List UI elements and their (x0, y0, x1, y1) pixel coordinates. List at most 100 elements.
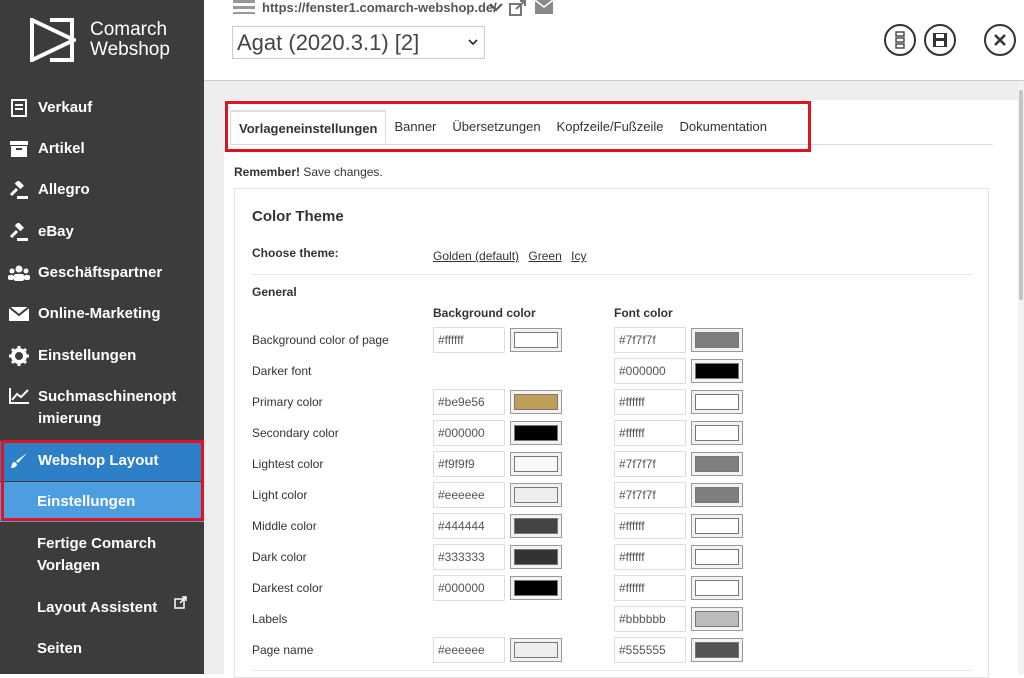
color-row-label: Darkest color (252, 581, 323, 595)
remember-notice: Remember! Save changes. (234, 165, 383, 179)
background-hex-input[interactable]: #444444 (433, 513, 505, 539)
swatch-fill (514, 425, 558, 441)
font-hex-input[interactable]: #ffffff (614, 575, 686, 601)
swatch-fill (514, 518, 558, 534)
theme-links: Golden (default) Green Icy (433, 249, 592, 263)
receipt-icon (8, 99, 30, 117)
font-color-swatch[interactable] (691, 607, 743, 631)
background-hex-input[interactable]: #f9f9f9 (433, 451, 505, 477)
color-row-label: Middle color (252, 519, 317, 533)
font-hex-input[interactable]: #ffffff (614, 544, 686, 570)
background-hex-input[interactable]: #000000 (433, 420, 505, 446)
swatch-fill (695, 549, 739, 565)
external-link-icon[interactable] (174, 596, 187, 609)
font-hex-input[interactable]: #7f7f7f (614, 451, 686, 477)
columns-icon (895, 31, 905, 49)
font-hex-input[interactable]: #ffffff (614, 513, 686, 539)
font-color-swatch[interactable] (691, 638, 743, 662)
background-hex-input[interactable]: #333333 (433, 544, 505, 570)
version-select[interactable]: Agat (2020.3.1) [2] (232, 26, 485, 59)
color-row-label: Lightest color (252, 457, 324, 471)
background-color-swatch[interactable] (510, 576, 562, 600)
font-color-swatch[interactable] (691, 576, 743, 600)
chevron-down-icon[interactable] (489, 2, 503, 12)
sidebar-subitem-fertige-vorlagen[interactable]: Fertige Comarch Vorlagen (0, 533, 204, 577)
swatch-fill (695, 394, 739, 410)
external-link-icon[interactable] (509, 0, 526, 16)
logo-mark-icon (30, 18, 76, 62)
theme-link-icy[interactable]: Icy (571, 249, 586, 263)
swatch-fill (514, 580, 558, 596)
background-hex-input[interactable]: #eeeeee (433, 482, 505, 508)
background-color-swatch[interactable] (510, 545, 562, 569)
font-hex-input[interactable]: #7f7f7f (614, 482, 686, 508)
background-color-swatch[interactable] (510, 390, 562, 414)
sidebar-subitem-seiten[interactable]: Seiten (0, 638, 204, 660)
sidebar-item-label: Suchmaschinenopt imierung (38, 388, 177, 427)
font-color-swatch[interactable] (691, 514, 743, 538)
font-color-swatch[interactable] (691, 545, 743, 569)
panel-title: Color Theme (252, 208, 344, 225)
sidebar-item-online-marketing[interactable]: Online-Marketing (0, 294, 204, 334)
sidebar-item-label: Verkauf (38, 99, 93, 116)
background-hex-input[interactable]: #000000 (433, 575, 505, 601)
scrollbar-thumb[interactable] (1019, 90, 1023, 300)
section-general-label: General (252, 285, 297, 299)
sidebar-item-label: Online-Marketing (38, 305, 161, 322)
box-icon (8, 141, 30, 157)
envelope-icon[interactable] (535, 0, 553, 14)
save-button[interactable] (924, 24, 956, 56)
font-hex-input[interactable]: #ffffff (614, 389, 686, 415)
chart-line-icon (8, 388, 30, 404)
sidebar-item-artikel[interactable]: Artikel (0, 129, 204, 169)
sidebar-item-label: Allegro (38, 181, 90, 198)
font-color-swatch[interactable] (691, 390, 743, 414)
swatch-fill (695, 456, 739, 472)
swatch-fill (514, 642, 558, 658)
font-color-swatch[interactable] (691, 452, 743, 476)
sidebar-item-label: Geschäftspartner (38, 264, 163, 281)
swatch-fill (514, 487, 558, 503)
close-button[interactable] (984, 24, 1016, 56)
sidebar-item-einstellungen[interactable]: Einstellungen (0, 336, 204, 376)
sidebar-item-geschaeftspartner[interactable]: Geschäftspartner (0, 253, 204, 293)
tabs-highlight-box (225, 101, 811, 152)
background-color-swatch[interactable] (510, 421, 562, 445)
font-color-swatch[interactable] (691, 483, 743, 507)
font-color-swatch[interactable] (691, 421, 743, 445)
font-hex-input[interactable]: #000000 (614, 358, 686, 384)
chevron-down-icon (468, 39, 478, 46)
swatch-fill (695, 642, 739, 658)
sidebar-item-ebay[interactable]: eBay (0, 212, 204, 252)
background-color-swatch[interactable] (510, 452, 562, 476)
columns-button[interactable] (884, 24, 916, 56)
background-hex-input[interactable]: #ffffff (433, 327, 505, 353)
background-color-swatch[interactable] (510, 328, 562, 352)
background-hex-input[interactable]: #eeeeee (433, 637, 505, 663)
comarch-logo[interactable]: Comarch Webshop (30, 14, 204, 68)
theme-link-golden[interactable]: Golden (default) (433, 249, 519, 263)
background-color-swatch[interactable] (510, 483, 562, 507)
font-hex-input[interactable]: #bbbbbb (614, 606, 686, 632)
divider (252, 274, 972, 275)
sidebar-item-allegro[interactable]: Allegro (0, 170, 204, 210)
background-color-header: Background color (433, 306, 536, 320)
font-color-swatch[interactable] (691, 328, 743, 352)
theme-link-green[interactable]: Green (528, 249, 561, 263)
sidebar-subitem-label: Fertige Comarch (37, 535, 157, 552)
hamburger-icon[interactable] (233, 0, 255, 14)
sidebar-item-verkauf[interactable]: Verkauf (0, 88, 204, 128)
background-hex-input[interactable]: #be9e56 (433, 389, 505, 415)
font-color-swatch[interactable] (691, 359, 743, 383)
sidebar-item-seo[interactable]: Suchmaschinenopt imierung (0, 386, 204, 432)
font-hex-input[interactable]: #ffffff (614, 420, 686, 446)
swatch-fill (514, 456, 558, 472)
font-hex-input[interactable]: #555555 (614, 637, 686, 663)
font-hex-input[interactable]: #7f7f7f (614, 327, 686, 353)
save-icon (933, 33, 947, 47)
sidebar-subitem-label: Layout Assistent (37, 599, 158, 616)
font-color-header: Font color (614, 306, 673, 320)
background-color-swatch[interactable] (510, 514, 562, 538)
shop-url[interactable]: https://fenster1.comarch-webshop.de/ (262, 0, 497, 15)
background-color-swatch[interactable] (510, 638, 562, 662)
